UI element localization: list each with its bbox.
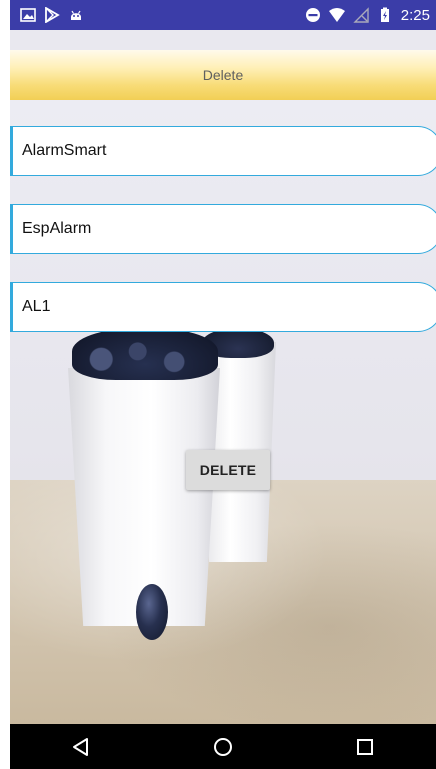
alarm-entry-3[interactable]: AL1 bbox=[10, 282, 436, 332]
status-time: 2:25 bbox=[400, 6, 430, 24]
alarm-entry-label: EspAlarm bbox=[22, 220, 92, 237]
home-icon bbox=[214, 737, 232, 756]
alarm-entry-2[interactable]: EspAlarm bbox=[10, 204, 436, 254]
delete-button[interactable]: DELETE bbox=[186, 450, 270, 490]
status-gap bbox=[10, 30, 436, 50]
home-button[interactable] bbox=[203, 727, 243, 767]
navigation-bar bbox=[10, 724, 436, 769]
status-left-icons bbox=[20, 7, 84, 23]
back-icon bbox=[73, 737, 88, 756]
status-bar: 2:25 bbox=[10, 0, 436, 30]
play-store-icon bbox=[45, 7, 60, 23]
wifi-icon bbox=[328, 8, 345, 22]
image-icon bbox=[20, 8, 36, 22]
back-button[interactable] bbox=[61, 727, 101, 767]
background-berries-front bbox=[72, 328, 218, 380]
background-single-berry bbox=[136, 584, 168, 640]
alarm-entry-label: AlarmSmart bbox=[22, 142, 107, 159]
recents-icon bbox=[357, 738, 373, 755]
do-not-disturb-icon bbox=[305, 8, 320, 22]
background-photo: AlarmSmart EspAlarm AL1 DELETE bbox=[10, 100, 436, 724]
title-bar: Delete bbox=[10, 50, 436, 100]
page-title: Delete bbox=[202, 67, 244, 83]
alarm-entry-label: AL1 bbox=[22, 298, 51, 315]
alarm-entry-1[interactable]: AlarmSmart bbox=[10, 126, 436, 176]
app-frame: 2:25 Delete AlarmSmart EspAlarm AL1 DELE… bbox=[10, 0, 436, 769]
no-signal-icon bbox=[353, 7, 369, 23]
recents-button[interactable] bbox=[345, 727, 385, 767]
status-right-icons: 2:25 bbox=[305, 7, 430, 24]
battery-charging-icon bbox=[380, 7, 389, 22]
android-icon bbox=[71, 10, 81, 20]
